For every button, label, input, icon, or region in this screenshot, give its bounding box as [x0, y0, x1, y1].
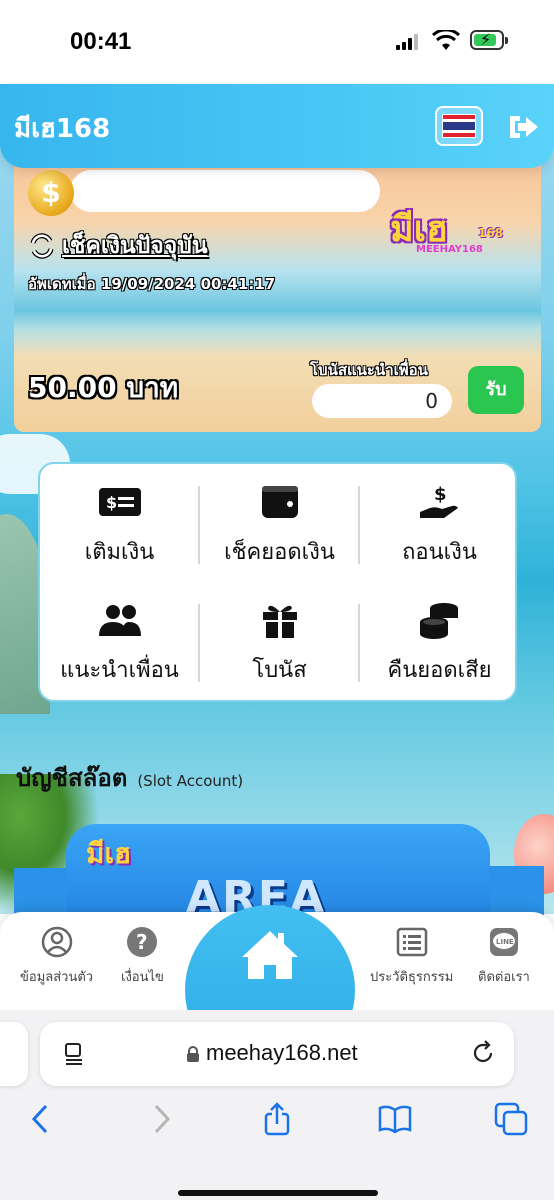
- withdraw-label: ถอนเงิน: [402, 539, 477, 565]
- money-bill-icon: $: [98, 487, 141, 516]
- check-balance-menu-label: เช็คยอดเงิน: [224, 539, 335, 565]
- nav-contact[interactable]: LINE ติดต่อเรา: [478, 926, 530, 987]
- svg-text:$: $: [434, 484, 447, 505]
- balance-amount: 50.00 บาท: [28, 371, 179, 404]
- balance-card: $ เช็คเงินปัจจุบัน อัพเดทเมื่อ 19/09/202…: [14, 162, 541, 432]
- slot-account-subtitle: (Slot Account): [137, 772, 244, 790]
- home-icon: [242, 931, 298, 979]
- line-icon: LINE: [489, 928, 518, 956]
- bonus-button[interactable]: โบนัส: [200, 584, 359, 702]
- url-text: meehay168.net: [206, 1040, 358, 1065]
- bonus-label: โบนัส: [252, 657, 307, 683]
- withdraw-button[interactable]: $ ถอนเงิน: [360, 466, 519, 584]
- refresh-icon: [30, 233, 54, 259]
- referral-bonus-label: โบนัสแนะนำเพื่อน: [310, 361, 428, 379]
- back-icon[interactable]: [24, 1102, 58, 1136]
- updated-timestamp: อัพเดทเมื่อ 19/09/2024 00:41:17: [28, 275, 276, 293]
- nav-profile-label: ข้อมูลส่วนตัว: [20, 970, 94, 985]
- slot-card-logo: มีเฮ: [86, 837, 132, 870]
- deposit-label: เติมเงิน: [84, 539, 155, 565]
- claim-bonus-button[interactable]: รับ: [468, 366, 524, 414]
- share-icon[interactable]: [260, 1102, 294, 1136]
- logout-icon[interactable]: [506, 112, 540, 142]
- nav-terms-label: เงื่อนไข: [121, 970, 164, 985]
- cellular-signal-icon: [396, 34, 422, 50]
- cashback-label: คืนยอดเสีย: [387, 657, 492, 683]
- home-indicator: [178, 1190, 378, 1196]
- bookmarks-icon[interactable]: [378, 1102, 412, 1136]
- brand-logo: มีเฮ 168 MEEHAY168: [390, 209, 504, 255]
- users-icon: [98, 604, 141, 636]
- hand-dollar-icon: $: [419, 484, 458, 518]
- language-button[interactable]: [435, 106, 483, 146]
- brand-title: มีเฮ168: [14, 114, 111, 144]
- forward-icon[interactable]: [144, 1102, 178, 1136]
- reload-icon[interactable]: [470, 1040, 496, 1066]
- check-balance-menu-button[interactable]: เช็คยอดเงิน: [200, 466, 359, 584]
- nav-history-label: ประวัติธุรกรรม: [370, 970, 454, 985]
- status-bar: 00:41 ⚡: [0, 0, 554, 84]
- nav-profile[interactable]: ข้อมูลส่วนตัว: [20, 926, 93, 987]
- referral-bonus-value: 0: [312, 384, 452, 418]
- gift-icon: [262, 605, 297, 638]
- svg-text:LINE: LINE: [496, 938, 514, 946]
- app-header: มีเฮ168: [0, 84, 554, 168]
- browser-chrome: meehay168.net: [0, 1010, 554, 1200]
- nav-terms[interactable]: ? เงื่อนไข: [121, 926, 164, 987]
- coins-icon: [419, 602, 458, 639]
- reader-icon[interactable]: [62, 1042, 86, 1066]
- refer-friend-label: แนะนำเพื่อน: [60, 657, 179, 683]
- action-menu: $ เติมเงิน เช็คยอดเงิน $ ถอนเงิน แนะนำเพ…: [38, 462, 517, 702]
- slot-thumbnail-left[interactable]: [14, 868, 68, 918]
- tabs-icon[interactable]: [494, 1102, 528, 1136]
- previous-tab[interactable]: [0, 1022, 28, 1086]
- deposit-button[interactable]: $ เติมเงิน: [40, 466, 199, 584]
- wifi-icon: [432, 30, 460, 50]
- user-circle-icon: [41, 926, 72, 958]
- coin-icon: $: [28, 170, 74, 216]
- check-balance-button[interactable]: เช็คเงินปัจจุบัน: [28, 228, 208, 264]
- svg-text:$: $: [106, 493, 117, 512]
- thai-flag-icon: [442, 114, 476, 138]
- masked-username: [70, 170, 380, 212]
- slot-account-heading: บัญชีสล๊อต (Slot Account): [16, 758, 243, 797]
- svg-text:?: ?: [136, 930, 148, 954]
- status-time: 00:41: [70, 28, 132, 55]
- slot-account-title: บัญชีสล๊อต: [16, 764, 128, 792]
- list-icon: [396, 927, 427, 957]
- slot-thumbnail-right[interactable]: [488, 866, 544, 916]
- refer-friend-button[interactable]: แนะนำเพื่อน: [40, 584, 199, 702]
- nav-contact-label: ติดต่อเรา: [478, 970, 530, 985]
- question-circle-icon: ?: [127, 927, 158, 957]
- address-bar[interactable]: meehay168.net: [40, 1022, 514, 1086]
- check-balance-label: เช็คเงินปัจจุบัน: [62, 233, 208, 259]
- lock-icon: [187, 1046, 199, 1062]
- nav-history[interactable]: ประวัติธุรกรรม: [370, 926, 453, 987]
- wallet-icon: [261, 485, 298, 518]
- battery-icon: ⚡: [470, 30, 508, 50]
- cashback-button[interactable]: คืนยอดเสีย: [360, 584, 519, 702]
